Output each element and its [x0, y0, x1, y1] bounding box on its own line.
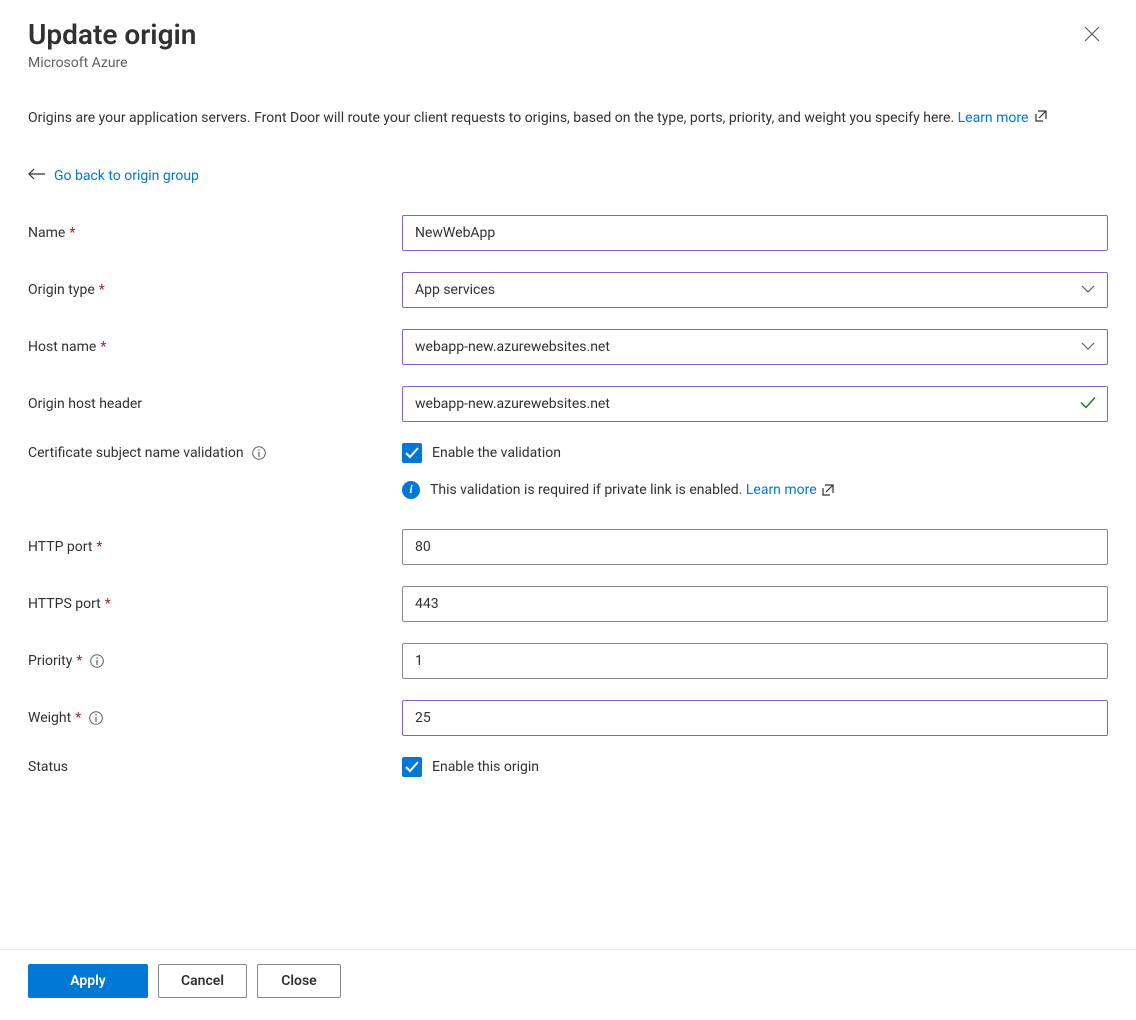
weight-input[interactable]	[402, 700, 1108, 736]
cert-validation-label: Certificate subject name validation	[28, 445, 244, 461]
chevron-down-icon	[1081, 339, 1095, 355]
close-button-footer[interactable]: Close	[257, 964, 341, 998]
enable-origin-checkbox[interactable]	[402, 757, 422, 777]
https-port-input[interactable]	[402, 586, 1108, 622]
required-indicator: *	[96, 539, 102, 555]
enable-origin-label: Enable this origin	[432, 759, 539, 775]
http-port-label: HTTP port	[28, 539, 92, 555]
cert-info-text: This validation is required if private l…	[430, 482, 742, 498]
required-indicator: *	[105, 596, 111, 612]
description-text: Origins are your application servers. Fr…	[28, 109, 1108, 129]
info-icon[interactable]	[252, 446, 266, 460]
info-icon[interactable]	[89, 711, 103, 725]
http-port-input[interactable]	[402, 529, 1108, 565]
required-indicator: *	[75, 710, 81, 726]
info-icon[interactable]	[90, 654, 104, 668]
back-arrow-icon	[28, 167, 46, 185]
info-badge-icon: i	[402, 481, 420, 499]
weight-label: Weight	[28, 710, 71, 726]
external-link-icon	[1034, 109, 1048, 123]
status-label: Status	[28, 759, 68, 775]
enable-validation-checkbox[interactable]	[402, 443, 422, 463]
priority-label: Priority	[28, 653, 72, 669]
page-title: Update origin	[28, 18, 196, 51]
origin-host-header-input[interactable]	[402, 386, 1108, 422]
chevron-down-icon	[1081, 282, 1095, 298]
host-name-select[interactable]: webapp-new.azurewebsites.net	[402, 329, 1108, 365]
back-link[interactable]: Go back to origin group	[54, 168, 199, 184]
close-button[interactable]	[1076, 18, 1108, 50]
origin-type-label: Origin type	[28, 282, 95, 298]
page-subtitle: Microsoft Azure	[28, 55, 196, 71]
enable-validation-label: Enable the validation	[432, 445, 561, 461]
host-name-label: Host name	[28, 339, 96, 355]
external-link-icon	[821, 483, 835, 497]
origin-host-header-label: Origin host header	[28, 396, 142, 412]
required-indicator: *	[100, 339, 106, 355]
origin-type-select[interactable]: App services	[402, 272, 1108, 308]
required-indicator: *	[99, 282, 105, 298]
name-label: Name	[28, 225, 65, 241]
cancel-button[interactable]: Cancel	[158, 964, 247, 998]
cert-learn-more-link[interactable]: Learn more	[746, 482, 817, 498]
learn-more-link[interactable]: Learn more	[958, 110, 1029, 126]
priority-input[interactable]	[402, 643, 1108, 679]
https-port-label: HTTPS port	[28, 596, 101, 612]
required-indicator: *	[69, 225, 75, 241]
name-input[interactable]	[402, 215, 1108, 251]
apply-button[interactable]: Apply	[28, 964, 148, 998]
close-icon	[1084, 26, 1100, 42]
required-indicator: *	[76, 653, 82, 669]
